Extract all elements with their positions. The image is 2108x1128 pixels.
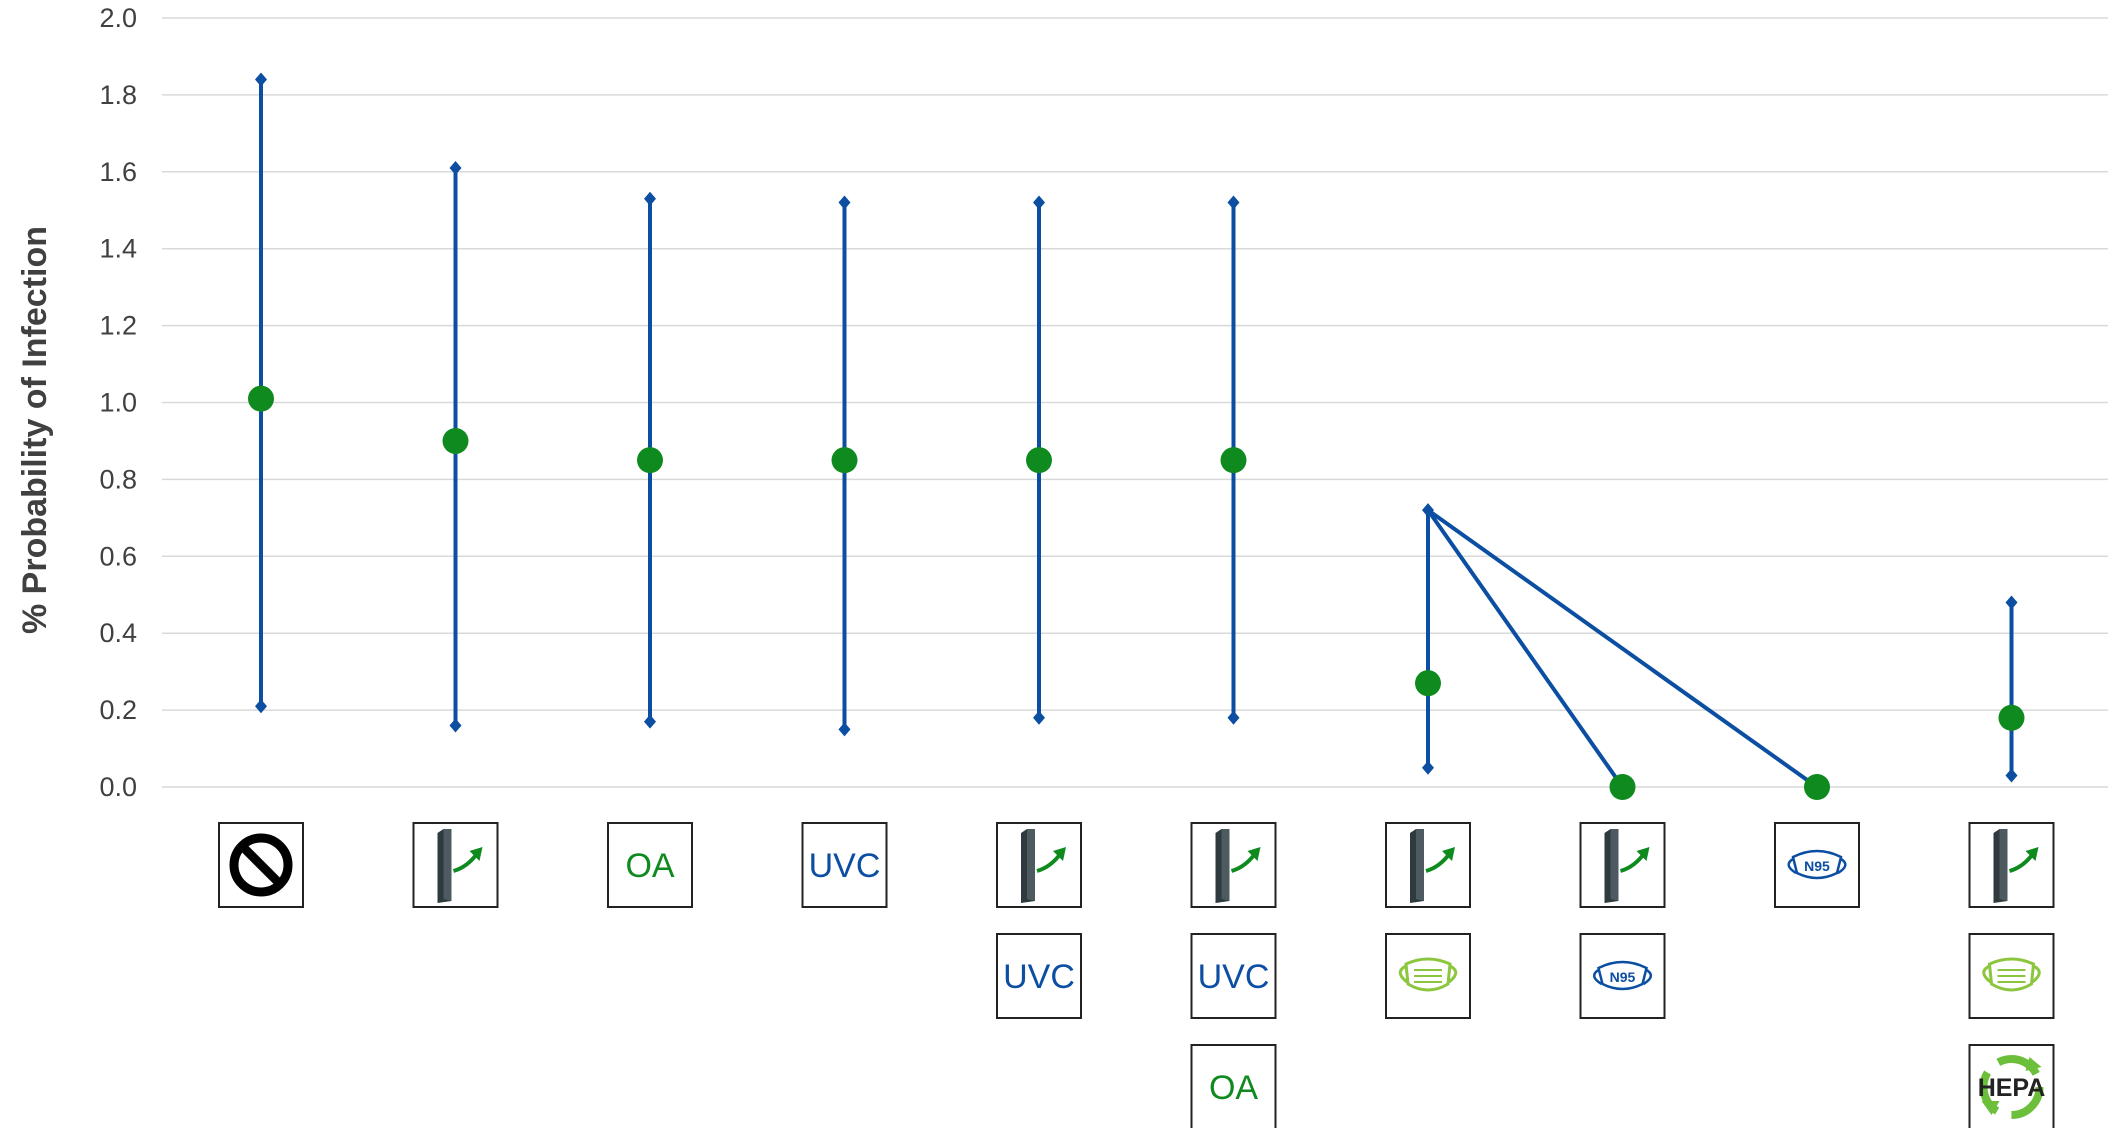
data-point — [1804, 774, 1830, 800]
connector-lines — [1426, 508, 1819, 789]
filter-panel-side — [1416, 829, 1424, 901]
filter-icon — [1190, 822, 1277, 908]
uvc-icon: UVC — [996, 933, 1082, 1019]
category-icon-stack: UVC — [801, 822, 888, 908]
category-icon-stack: OA — [607, 822, 693, 908]
error-bar-lower-cap — [449, 718, 462, 733]
y-tick-labels: 0.0 0.2 0.4 0.6 0.8 1.0 1.2 1.4 1.6 1.8 2.0 — [99, 3, 137, 802]
error-bar-lower-cap — [1227, 710, 1240, 725]
hepa-icon: HEPA — [1968, 1044, 2055, 1128]
connector-line — [1426, 508, 1819, 789]
data-point — [1220, 447, 1247, 474]
filter-icon — [412, 822, 499, 908]
filter-icon — [1968, 822, 2055, 908]
error-bar-upper-cap — [1033, 195, 1045, 210]
data-point — [1415, 670, 1441, 697]
error-bar-lower-cap — [1422, 760, 1434, 775]
data-point — [637, 447, 663, 474]
n95-mask-icon: N95 — [1774, 822, 1860, 908]
error-bar — [1422, 503, 1434, 775]
cloth-mask-icon — [1385, 933, 1471, 1019]
y-tick-label: 0.8 — [99, 464, 137, 494]
filter-icon — [1579, 822, 1666, 908]
category-icon-stack: N95 — [1774, 822, 1860, 908]
y-tick-label: 0.6 — [99, 541, 137, 571]
data-points — [248, 385, 2025, 800]
filter-panel-side — [443, 829, 452, 901]
y-tick-label: 2.0 — [99, 3, 137, 33]
icon-frame — [1385, 822, 1471, 908]
uvc-icon: UVC — [1190, 933, 1277, 1019]
filter-panel-side — [1999, 829, 2008, 901]
outdoor-air-icon: OA — [1190, 1044, 1277, 1128]
icon-frame — [996, 822, 1082, 908]
error-bar-lower-cap — [838, 722, 851, 737]
category-icon-stack: HEPA — [1968, 822, 2055, 1128]
category-icon-stack: N95 — [1579, 822, 1666, 1019]
category-icon-stack — [412, 822, 499, 908]
icon-frame — [1190, 822, 1277, 908]
data-point — [1609, 774, 1636, 800]
icon-frame — [412, 822, 499, 908]
data-point — [831, 447, 858, 474]
error-bar-lower-cap — [255, 699, 267, 714]
n95-label: N95 — [1610, 969, 1636, 985]
category-icon-stack: UVC OA — [1190, 822, 1277, 1128]
outdoor-air-label: OA — [1209, 1069, 1258, 1107]
data-point — [1998, 704, 2025, 731]
error-bar-lower-cap — [2005, 768, 2018, 783]
uvc-label: UVC — [809, 847, 881, 885]
error-bar-lower-cap — [1033, 710, 1045, 725]
hepa-label: HEPA — [1978, 1074, 2046, 1102]
error-bar — [2005, 595, 2018, 783]
error-bar-upper-cap — [449, 160, 462, 175]
icon-frame — [1968, 822, 2055, 908]
error-bar-upper-cap — [2005, 595, 2018, 610]
uvc-label: UVC — [1198, 958, 1270, 996]
error-bars — [255, 72, 2018, 783]
outdoor-air-label: OA — [625, 847, 674, 885]
y-tick-label: 1.8 — [99, 80, 137, 110]
error-bar-upper-cap — [644, 191, 656, 206]
infection-probability-chart: 0.0 0.2 0.4 0.6 0.8 1.0 1.2 1.4 1.6 1.8 2.0 % Prob… — [16, 3, 2108, 1128]
y-tick-label: 0.2 — [99, 695, 137, 725]
error-bar-upper-cap — [255, 72, 267, 87]
n95-label: N95 — [1804, 858, 1830, 874]
category-icon-stack — [218, 822, 304, 908]
error-bar-upper-cap — [1227, 195, 1240, 210]
y-tick-label: 1.4 — [99, 234, 137, 264]
y-tick-label: 1.2 — [99, 311, 137, 341]
chart-container: 0.0 0.2 0.4 0.6 0.8 1.0 1.2 1.4 1.6 1.8 2.0 % Prob… — [0, 0, 2108, 1128]
outdoor-air-icon: OA — [607, 822, 693, 908]
connector-line — [1426, 509, 1625, 789]
y-tick-label: 0.0 — [99, 772, 137, 802]
filter-icon — [996, 822, 1082, 908]
icon-frame — [1579, 822, 1666, 908]
y-tick-label: 0.4 — [99, 618, 137, 648]
data-point — [442, 427, 469, 454]
error-bar-lower-cap — [644, 714, 656, 729]
n95-mask-icon: N95 — [1579, 933, 1666, 1019]
filter-panel-side — [1221, 829, 1230, 901]
y-tick-label: 1.6 — [99, 157, 137, 187]
y-tick-label: 1.0 — [99, 388, 137, 418]
category-icon-stack — [1385, 822, 1471, 1019]
filter-panel-side — [1610, 829, 1619, 901]
filter-panel-side — [1027, 829, 1035, 901]
no-intervention-icon — [218, 822, 304, 908]
category-icons: OA UVC UVC UVC OA N95 N95 HEPA — [218, 822, 2055, 1128]
cloth-mask-icon — [1968, 933, 2055, 1019]
data-point — [248, 385, 274, 412]
y-axis-label: % Probability of Infection — [16, 226, 54, 634]
filter-icon — [1385, 822, 1471, 908]
uvc-label: UVC — [1003, 958, 1075, 996]
uvc-icon: UVC — [801, 822, 888, 908]
error-bar-upper-cap — [838, 195, 851, 210]
data-point — [1026, 447, 1052, 474]
category-icon-stack: UVC — [996, 822, 1082, 1019]
